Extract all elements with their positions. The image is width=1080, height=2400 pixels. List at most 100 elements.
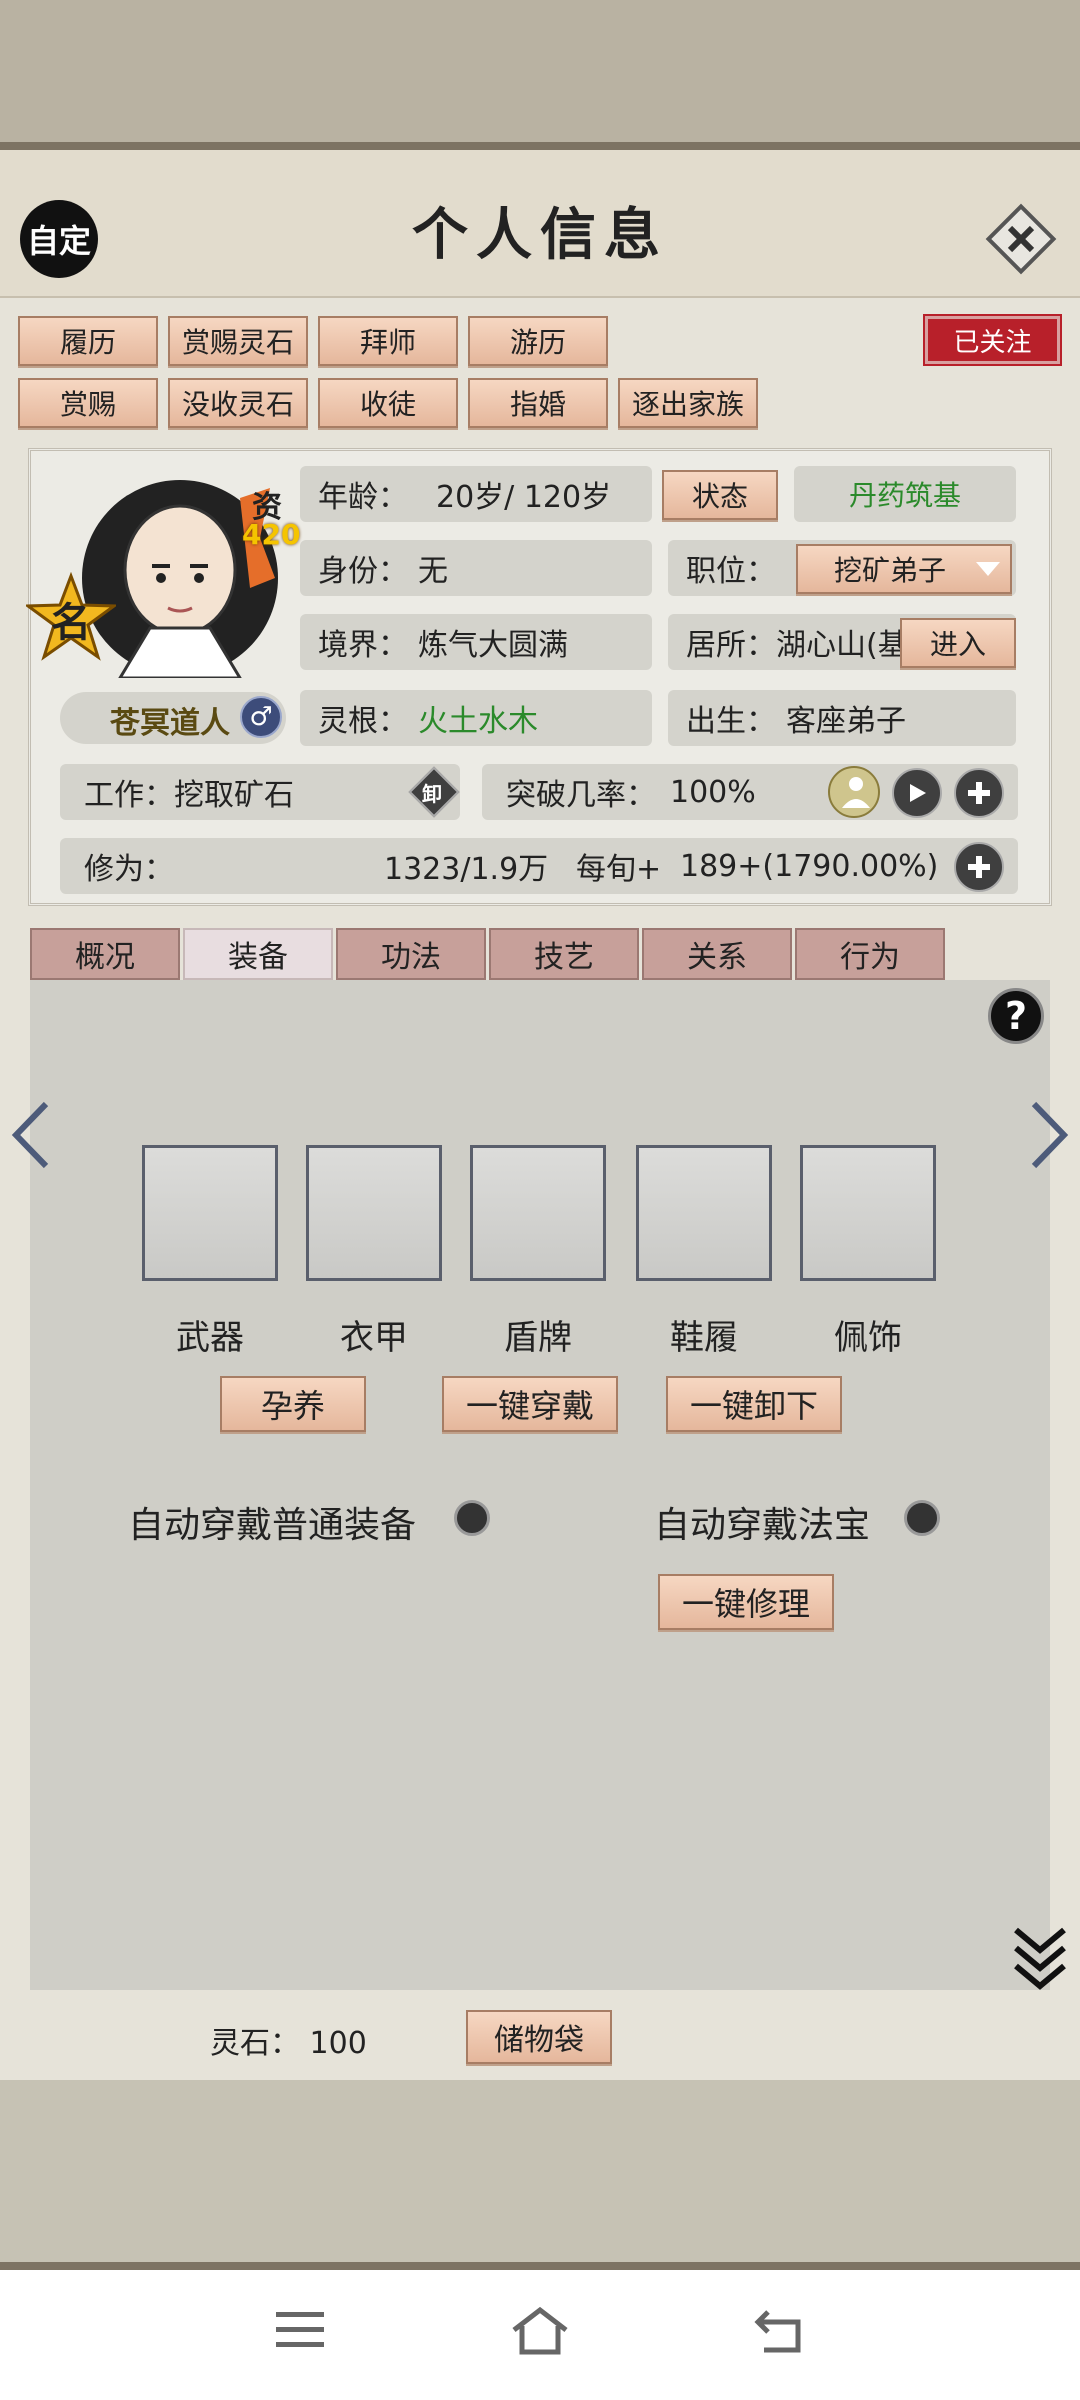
play-button[interactable] [892,768,942,818]
nurture-button[interactable]: 孕养 [220,1376,366,1432]
spirit-stone-display: 灵石： 100 [210,2018,367,2062]
identity-label: 身份： [318,554,408,589]
per-tick-value: 189+(1790.00%) [680,848,939,884]
next-arrow-button[interactable] [1024,1100,1074,1170]
spirit-root-value: 火土水木 [418,704,538,739]
spirit-root-field: 灵根： 火土水木 [300,690,652,746]
reward-stone-button[interactable]: 赏赐灵石 [168,316,308,366]
plus-icon [968,782,990,804]
page-title: 个人信息 [412,202,668,268]
repair-all-button[interactable]: 一键修理 [658,1574,834,1630]
position-value: 挖矿弟子 [834,554,947,587]
armor-slot[interactable] [306,1145,442,1281]
age-label: 年龄： [318,480,408,515]
close-icon [985,203,1057,275]
birth-value: 客座弟子 [786,704,906,739]
tab-techniques[interactable]: 功法 [336,928,486,980]
storage-bag-button[interactable]: 储物袋 [466,2010,612,2064]
expel-family-button[interactable]: 逐出家族 [618,378,758,428]
accessory-slot[interactable] [800,1145,936,1281]
tab-equipment[interactable]: 装备 [183,928,333,980]
name-badge-text: 名 [51,600,91,646]
menu-icon[interactable] [276,2310,324,2350]
realm-value: 炼气大圆满 [418,628,568,663]
unload-work-button[interactable]: 卸 [408,766,460,818]
apprentice-button[interactable]: 拜师 [318,316,458,366]
work-field: 工作： 挖取矿石 [60,764,460,820]
confiscate-stone-button[interactable]: 没收灵石 [168,378,308,428]
shield-slot[interactable] [470,1145,606,1281]
chevron-left-icon [11,1101,49,1169]
auto-equip-treasure-toggle[interactable] [904,1500,940,1536]
spirit-stone-value: 100 [309,2026,367,2061]
tab-skills[interactable]: 技艺 [489,928,639,980]
history-button[interactable]: 履历 [18,316,158,366]
unequip-all-button[interactable]: 一键卸下 [666,1376,842,1432]
accessory-slot-label: 佩饰 [834,1318,902,1358]
play-icon [910,784,926,802]
aptitude-value: 420 [242,518,301,551]
per-tick-label: 每旬+ [576,852,662,887]
equip-all-button[interactable]: 一键穿戴 [442,1376,618,1432]
chevron-right-icon [1031,1101,1069,1169]
position-label: 职位： [686,554,776,589]
identity-value: 无 [418,554,448,589]
auto-equip-normal-toggle[interactable] [454,1500,490,1536]
name-badge: 名 [23,571,119,662]
follow-badge[interactable]: 已关注 [923,314,1062,366]
cultivation-field: 修为： 1323/1.9万 每旬+ 189+(1790.00%) [60,838,1018,894]
residence-value: 湖心山(基 [776,628,908,663]
identity-field: 身份： 无 [300,540,652,596]
male-icon: ♂ [240,696,282,738]
help-button[interactable]: ? [988,988,1044,1044]
auto-button[interactable]: 自定 [20,200,98,278]
unload-icon-text: 卸 [422,782,442,806]
status-button[interactable]: 状态 [662,470,778,520]
tab-behavior[interactable]: 行为 [795,928,945,980]
auto-equip-treasure-label: 自动穿戴法宝 [654,1505,871,1546]
residence-label: 居所： [686,628,776,663]
tab-relations[interactable]: 关系 [642,928,792,980]
arrange-marriage-button[interactable]: 指婚 [468,378,608,428]
spirit-root-label: 灵根： [318,704,408,739]
auto-equip-normal-label: 自动穿戴普通装备 [128,1505,417,1546]
prev-arrow-button[interactable] [6,1100,56,1170]
add-breakthrough-button[interactable] [954,768,1004,818]
chevron-down-icon [976,562,1000,576]
back-icon[interactable] [754,2308,804,2354]
reward-button[interactable]: 赏赐 [18,378,158,428]
add-cultivation-button[interactable] [954,842,1004,892]
tab-bar: 概况 装备 功法 技艺 关系 行为 [30,928,950,980]
question-icon: ? [1004,994,1028,1038]
realm-field: 境界： 炼气大圆满 [300,614,652,670]
character-name: 苍冥道人 [110,706,230,741]
boots-slot[interactable] [636,1145,772,1281]
bottom-decor-band [0,2080,1080,2270]
position-select[interactable]: 挖矿弟子 [796,544,1012,594]
enter-button[interactable]: 进入 [900,618,1016,668]
plus-icon [968,856,990,878]
weapon-slot-label: 武器 [176,1318,244,1358]
age-value: 20岁/ 120岁 [436,480,612,515]
system-nav-bar [0,2270,1080,2400]
work-label: 工作： [84,778,174,813]
travel-button[interactable]: 游历 [468,316,608,366]
take-disciple-button[interactable]: 收徒 [318,378,458,428]
top-decor-strip [0,0,1080,150]
expand-down-button[interactable] [1010,1920,1070,1990]
close-button[interactable] [982,200,1060,278]
cultivation-label: 修为： [84,852,174,887]
weapon-slot[interactable] [142,1145,278,1281]
birth-label: 出生： [686,704,776,739]
realm-label: 境界： [318,628,408,663]
home-icon[interactable] [510,2306,570,2356]
breakthrough-value: 100% [670,774,756,810]
work-value: 挖取矿石 [174,778,294,813]
breakthrough-icon[interactable] [828,766,880,818]
breakthrough-label: 突破几率： [506,778,656,813]
status-value: 丹药筑基 [794,466,1016,522]
boots-slot-label: 鞋履 [670,1318,738,1358]
meditate-icon [842,777,870,808]
tab-overview[interactable]: 概况 [30,928,180,980]
equipment-panel [30,980,1050,1990]
